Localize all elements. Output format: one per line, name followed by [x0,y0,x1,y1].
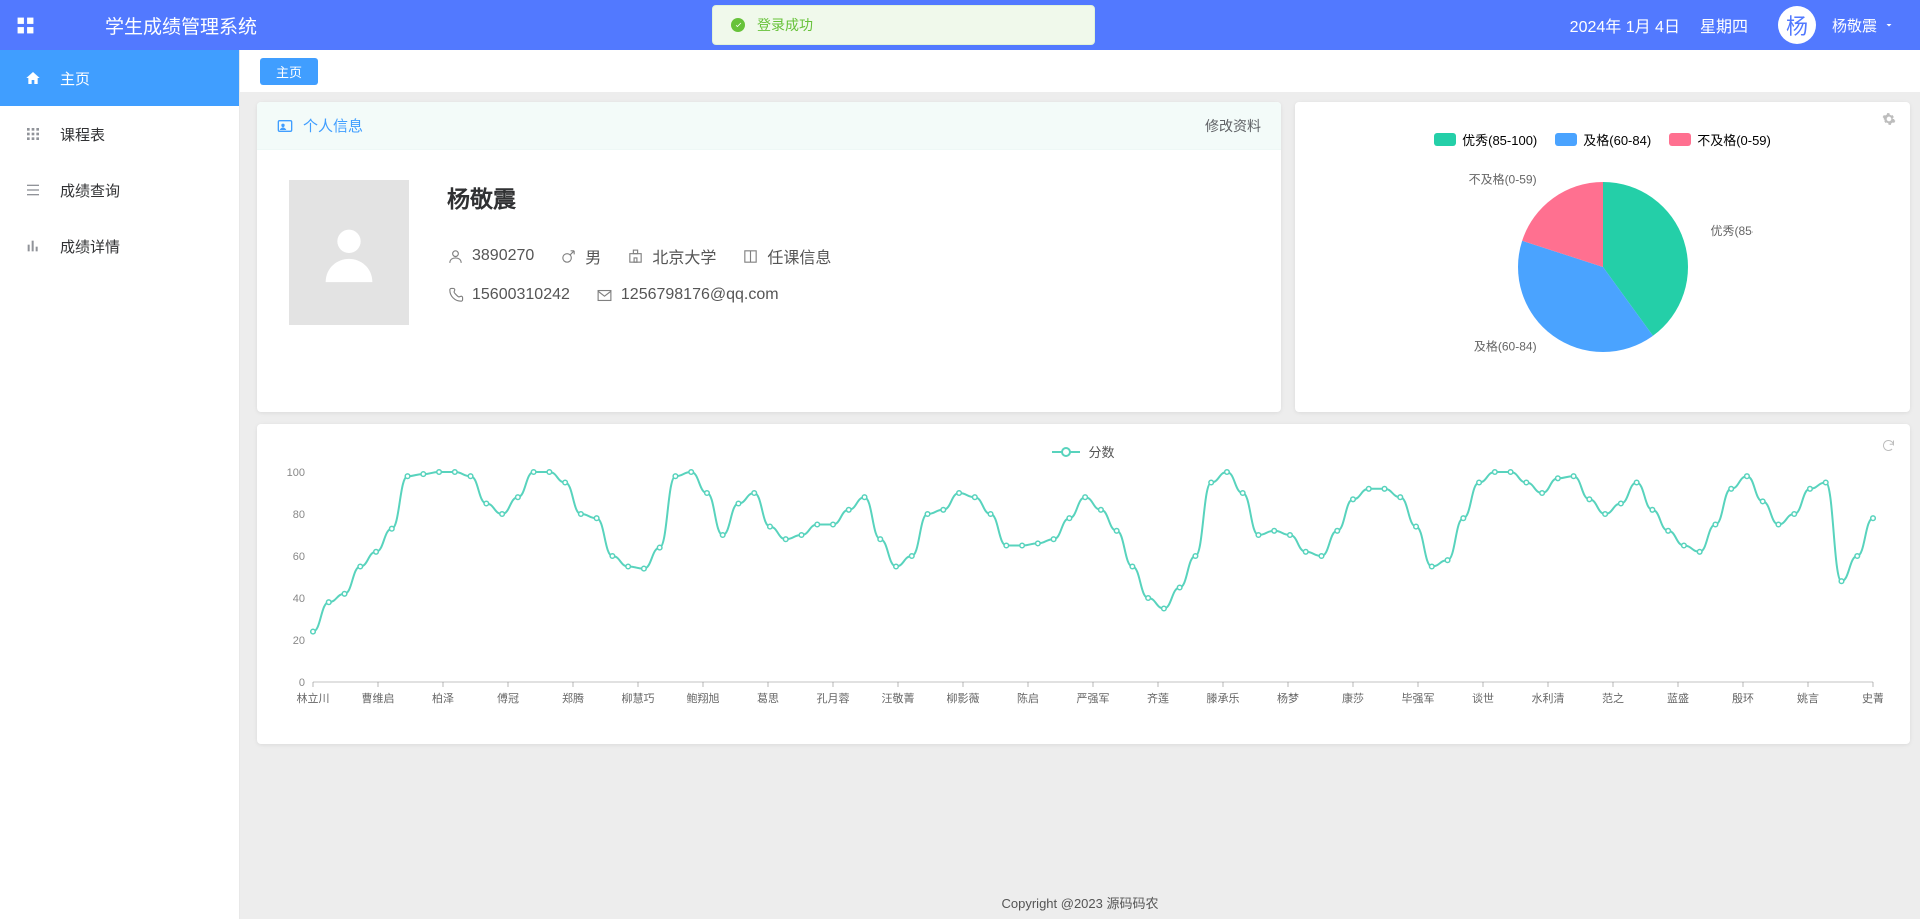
svg-text:柏泽: 柏泽 [432,691,454,705]
list-icon [24,181,42,199]
sidebar-item-label: 成绩详情 [60,236,120,257]
svg-text:柳慧巧: 柳慧巧 [622,691,655,705]
check-circle-icon [731,18,745,32]
profile-card: 个人信息 修改资料 杨敬震 3890270 男 北京大学 任课信息 [257,102,1281,412]
svg-text:葛思: 葛思 [757,692,779,705]
profile-name: 杨敬震 [447,180,857,214]
svg-text:不及格(0-59): 不及格(0-59) [1468,172,1536,187]
app-header: 学生成绩管理系统 登录成功 2024年 1月 4日 星期四 杨 杨敬震 [0,0,1920,50]
mail-icon [596,287,613,304]
tab-home[interactable]: 主页 [260,58,318,85]
book-icon [742,248,759,265]
svg-text:齐莲: 齐莲 [1147,691,1169,705]
user-name-label: 杨敬震 [1832,15,1877,36]
person-icon [314,218,384,288]
svg-text:殷环: 殷环 [1732,692,1754,705]
school-icon [627,248,644,265]
svg-text:滕承乐: 滕承乐 [1207,691,1240,705]
svg-text:柳影薇: 柳影薇 [947,691,980,705]
chevron-down-icon [1883,19,1895,31]
grid-icon [16,16,35,35]
svg-text:优秀(85-100): 优秀(85-100) [1710,224,1753,238]
line-chart: 0 20 40 60 80 100 林立川 曹维启 柏泽 傅冠 郑腾 柳慧巧 鲍翔旭 葛思 孔月蓉 汪敬菁 柳影… [273,467,1883,722]
line-legend[interactable]: 分数 [273,442,1894,461]
svg-text:史菁: 史菁 [1862,692,1883,705]
svg-text:80: 80 [293,509,305,521]
header-avatar[interactable]: 杨 [1778,6,1816,44]
svg-text:水利清: 水利清 [1532,692,1565,705]
svg-text:杨梦: 杨梦 [1277,691,1299,705]
svg-text:60: 60 [293,551,305,563]
svg-text:鲍翔旭: 鲍翔旭 [687,691,720,705]
pie-legend-pass[interactable]: 及格(60-84) [1555,130,1651,149]
profile-id: 3890270 [472,247,534,265]
pie-legend-fail[interactable]: 不及格(0-59) [1669,130,1771,149]
profile-class-link[interactable]: 任课信息 [767,244,831,268]
id-card-icon [277,118,293,134]
sidebar-item-label: 课程表 [60,124,105,145]
phone-icon [447,287,464,304]
profile-school: 北京大学 [652,244,716,268]
app-title: 学生成绩管理系统 [105,12,257,39]
sidebar-item-home[interactable]: 主页 [0,50,239,106]
tab-bar: 主页 [240,50,1920,92]
svg-text:孔月蓉: 孔月蓉 [817,692,850,705]
svg-text:范之: 范之 [1602,691,1624,705]
footer-text: Copyright @2023 源码码农 [1002,893,1159,912]
svg-text:康莎: 康莎 [1342,691,1364,705]
header-date: 2024年 1月 4日 [1570,13,1680,37]
gear-icon[interactable] [1882,112,1896,126]
login-success-text: 登录成功 [757,15,813,35]
profile-card-title: 个人信息 [303,115,363,136]
line-chart-card: 分数 0 20 40 60 80 100 林立川 曹维启 柏泽 傅冠 郑腾 柳慧巧 鲍翔旭 葛思 孔月蓉 汪敬… [257,424,1910,744]
svg-text:姚言: 姚言 [1797,691,1819,705]
header-weekday: 星期四 [1700,13,1748,37]
user-icon [447,248,464,265]
svg-text:毕强军: 毕强军 [1402,692,1435,705]
sidebar-item-score-detail[interactable]: 成绩详情 [0,218,239,274]
svg-text:林立川: 林立川 [297,691,330,705]
svg-text:陈启: 陈启 [1017,691,1039,705]
svg-text:及格(60-84): 及格(60-84) [1473,338,1536,353]
table-icon [24,125,42,143]
refresh-icon[interactable] [1881,438,1896,453]
sidebar-item-score-query[interactable]: 成绩查询 [0,162,239,218]
home-icon [24,69,42,87]
pie-legend: 优秀(85-100) 及格(60-84) 不及格(0-59) [1305,130,1900,149]
svg-text:严强军: 严强军 [1077,692,1110,705]
chart-icon [24,237,42,255]
profile-email: 1256798176@qq.com [621,286,779,304]
sidebar-item-schedule[interactable]: 课程表 [0,106,239,162]
edit-profile-link[interactable]: 修改资料 [1205,116,1261,136]
sidebar: 主页 课程表 成绩查询 成绩详情 [0,50,240,919]
profile-gender: 男 [585,244,601,268]
svg-text:40: 40 [293,593,305,605]
menu-toggle-button[interactable] [0,0,50,50]
sidebar-item-label: 成绩查询 [60,180,120,201]
footer: Copyright @2023 源码码农 [240,887,1920,917]
sidebar-item-label: 主页 [60,68,90,89]
svg-text:蓝盛: 蓝盛 [1667,691,1689,705]
login-success-toast: 登录成功 [712,5,1095,45]
user-dropdown[interactable]: 杨敬震 [1832,15,1895,36]
svg-text:曹维启: 曹维启 [362,692,395,705]
svg-text:汪敬菁: 汪敬菁 [882,692,915,705]
svg-text:郑腾: 郑腾 [562,691,584,705]
svg-text:傅冠: 傅冠 [497,691,519,705]
svg-text:100: 100 [287,467,305,479]
profile-photo-placeholder [289,180,409,325]
line-series-name: 分数 [1088,442,1114,461]
svg-text:谈世: 谈世 [1472,692,1494,705]
profile-phone: 15600310242 [472,286,570,304]
pie-legend-excellent[interactable]: 优秀(85-100) [1434,130,1537,149]
pie-chart: 优秀(85-100) 及格(60-84) 不及格(0-59) [1453,157,1753,387]
svg-text:20: 20 [293,635,305,647]
main-area: 主页 个人信息 修改资料 杨敬震 3890270 [240,50,1920,919]
pie-chart-card: 优秀(85-100) 及格(60-84) 不及格(0-59) 优秀(85-100… [1295,102,1910,412]
male-icon [560,248,577,265]
svg-text:0: 0 [299,677,305,689]
